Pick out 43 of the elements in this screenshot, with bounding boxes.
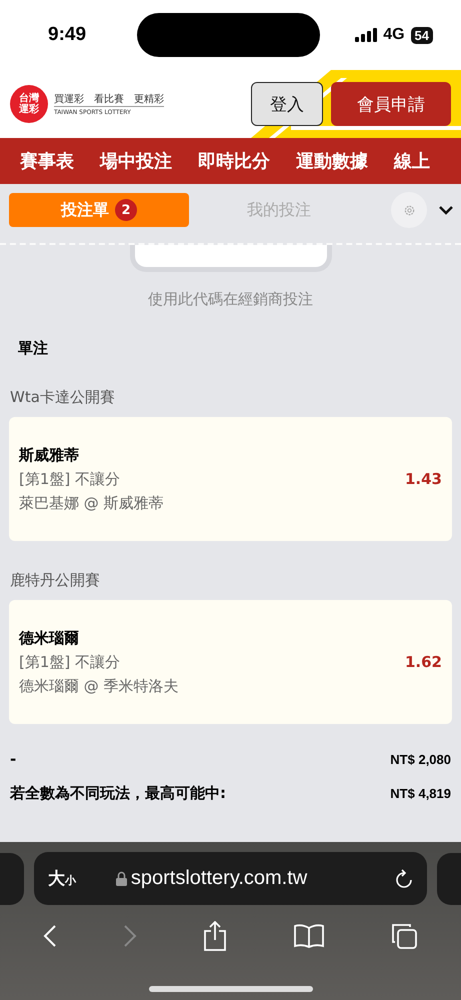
back-icon[interactable] [43,924,58,948]
betslip-tab[interactable]: 投注單 2 [9,193,189,227]
register-button[interactable]: 會員申請 [331,82,451,126]
bet-selection: 德米瑙爾 @ 季米特洛夫 [19,676,180,696]
lock-icon [116,871,127,886]
logo-mark: 台灣 運彩 [10,85,48,123]
clock-time: 9:49 [48,24,86,46]
code-hint: 使用此代碼在經銷商投注 [147,290,314,309]
summary-label: 若全數為不同玩法，最高可能中: [10,783,226,804]
battery-level: 54 [410,26,433,44]
book-icon[interactable] [294,924,324,948]
collapse-button[interactable] [439,206,453,214]
nav-link[interactable]: 場中投注 [100,149,172,173]
bet-odds: 1.62 [404,653,442,671]
nav-link[interactable]: 即時比分 [198,149,270,173]
settings-icon [404,204,414,216]
bet-selection: 萊巴基娜 @ 斯威雅蒂 [19,494,165,512]
bet-odds: 1.43 [404,470,442,488]
summary-value: NT$ 4,819 [390,786,451,800]
logo-slogan: 買運彩 看比賽 更精彩 [54,92,164,107]
section-title: 單注 [17,338,49,358]
login-button[interactable]: 登入 [251,82,323,126]
bet-market: [第1盤] 不讓分 [19,470,122,488]
league-name: Wta卡達公開賽 [9,387,116,408]
text-size-button[interactable]: 大小 [48,867,76,890]
summary-value: NT$ 2,080 [390,752,451,766]
count-badge: 2 [115,199,137,221]
url-text: sportslottery.com.tw [130,867,308,890]
signal-icon [355,28,378,42]
bet-market: [第1盤] 不讓分 [19,652,122,672]
reload-icon[interactable] [395,868,414,888]
nav-link[interactable]: 線上 [394,149,430,173]
league-name: 鹿特丹公開賽 [9,570,101,591]
tabs-icon[interactable] [390,922,418,950]
network-label: 4G [383,26,405,44]
share-icon[interactable] [203,921,228,951]
nav-link[interactable]: 運動數據 [296,149,368,173]
bet-title: 德米瑙爾 [19,628,80,648]
address-bar[interactable]: 大小 sportslottery.com.tw [34,852,428,905]
nav-link[interactable]: 賽事表 [20,149,74,173]
chevron-down-icon [439,206,453,214]
summary-label: - [10,749,16,770]
bet-title: 斯威雅蒂 [19,446,80,464]
